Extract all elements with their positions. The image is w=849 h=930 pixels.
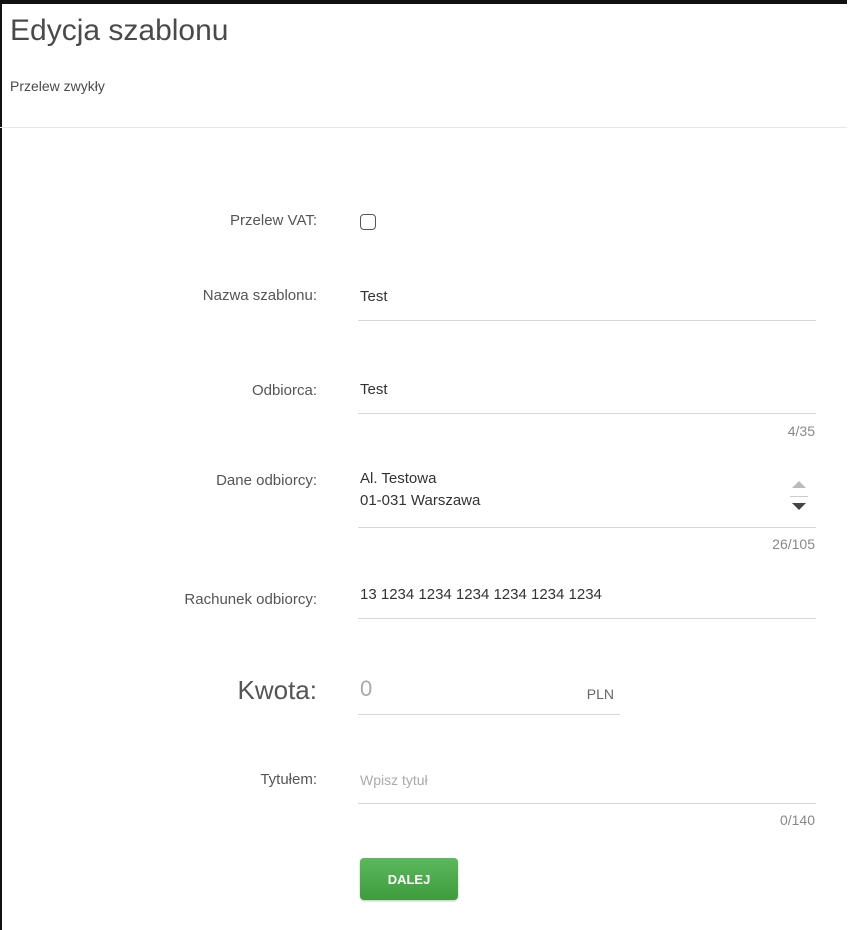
recipient-input[interactable]: Test — [358, 366, 816, 414]
header-divider — [0, 127, 847, 128]
amount-label: Kwota: — [237, 675, 318, 705]
template-name-label: Nazwa szablonu: — [202, 287, 317, 304]
title-input[interactable]: Wpisz tytuł — [358, 755, 816, 804]
template-name-input[interactable]: Test — [358, 272, 816, 321]
account-label: Rachunek odbiorcy: — [184, 591, 317, 608]
title-counter: 0/140 — [779, 812, 815, 828]
template-name-value: Test — [360, 288, 388, 305]
page-title: Edycja szablonu — [10, 14, 229, 47]
account-value: 13 1234 1234 1234 1234 1234 1234 — [360, 586, 602, 603]
scroll-up-icon[interactable] — [792, 481, 806, 488]
page-subtitle: Przelew zwykły — [10, 78, 105, 94]
vat-label: Przelew VAT: — [230, 212, 317, 229]
recipient-label: Odbiorca: — [251, 382, 317, 399]
recipient-details-textarea[interactable]: Al. Testowa 01-031 Warszawa — [358, 462, 816, 528]
recipient-details-line1: Al. Testowa — [360, 470, 437, 487]
amount-currency: PLN — [586, 686, 614, 702]
recipient-value: Test — [360, 381, 388, 398]
scroll-divider — [790, 496, 808, 497]
vat-checkbox[interactable] — [360, 214, 376, 230]
recipient-details-counter: 26/105 — [772, 536, 815, 552]
scroll-down-icon[interactable] — [792, 503, 806, 510]
title-placeholder: Wpisz tytuł — [360, 772, 428, 788]
recipient-details-label: Dane odbiorcy: — [216, 472, 317, 489]
account-input[interactable]: 13 1234 1234 1234 1234 1234 1234 — [358, 572, 816, 619]
title-label: Tytułem: — [260, 771, 317, 788]
next-button[interactable]: DALEJ — [360, 858, 458, 900]
amount-input[interactable]: 0 PLN — [358, 668, 620, 715]
recipient-counter: 4/35 — [787, 423, 815, 439]
amount-value: 0 — [360, 676, 373, 701]
textarea-scrollbar[interactable] — [788, 471, 810, 521]
recipient-details-line2: 01-031 Warszawa — [360, 492, 481, 509]
